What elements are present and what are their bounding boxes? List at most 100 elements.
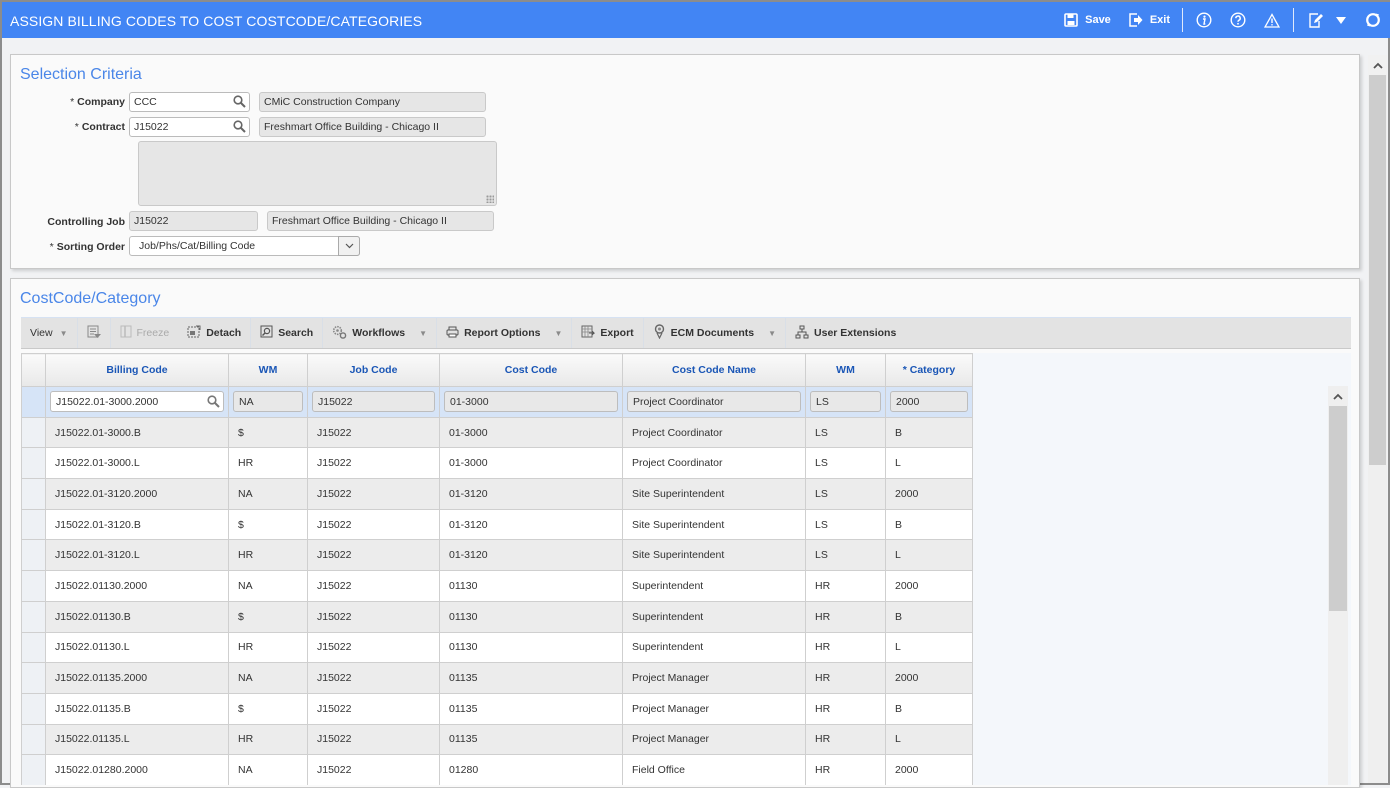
- table-row[interactable]: J15022.01-3120.L HR J15022 01-3120 Site Supe…: [21, 539, 973, 572]
- billing-code-cell[interactable]: J15022.01-3000.L: [45, 447, 229, 480]
- search-icon[interactable]: [233, 120, 246, 136]
- cost-code-cell[interactable]: 01-3120: [439, 478, 623, 510]
- row-selector[interactable]: [21, 478, 46, 510]
- search-icon[interactable]: [233, 95, 246, 111]
- column-header-category[interactable]: * Category: [885, 353, 973, 387]
- billing-code-cell[interactable]: J15022.01130.B: [45, 600, 229, 633]
- cost-wm-cell[interactable]: LS: [805, 508, 886, 541]
- cost-code-name-cell[interactable]: Field Office: [622, 754, 806, 785]
- cost-wm-cell[interactable]: HR: [805, 662, 886, 694]
- wm-cell[interactable]: NA: [228, 570, 308, 602]
- contract-input[interactable]: J15022: [129, 117, 250, 137]
- column-header-cost-code[interactable]: Cost Code: [439, 353, 623, 387]
- table-row[interactable]: J15022.01-3120.2000 NA J15022 01-3120 Site S…: [21, 478, 973, 510]
- category-cell[interactable]: L: [885, 631, 973, 664]
- job-code-cell[interactable]: J15022: [307, 570, 440, 602]
- cost-wm-cell[interactable]: LS: [805, 478, 886, 510]
- billing-code-cell[interactable]: J15022.01-3000.B: [45, 416, 229, 449]
- column-header-job-code[interactable]: Job Code: [307, 353, 440, 387]
- billing-code-input[interactable]: J15022.01-3000.2000: [50, 391, 224, 413]
- personalize-button[interactable]: [1298, 2, 1326, 38]
- job-code-cell[interactable]: J15022: [307, 723, 440, 756]
- category-cell[interactable]: B: [885, 416, 973, 449]
- cost-wm-cell[interactable]: HR: [805, 723, 886, 756]
- cost-code-name-cell[interactable]: Site Superintendent: [622, 508, 806, 541]
- wm-cell[interactable]: HR: [228, 539, 308, 572]
- cost-code-name-cell[interactable]: Site Superintendent: [622, 539, 806, 572]
- category-cell[interactable]: L: [885, 539, 973, 572]
- cost-code-cell[interactable]: 01-3000: [439, 447, 623, 480]
- billing-code-cell[interactable]: J15022.01-3120.L: [45, 539, 229, 572]
- cost-code-cell[interactable]: 01-3000: [439, 416, 623, 449]
- cost-code-cell[interactable]: 01135: [439, 692, 623, 725]
- workflows-menu[interactable]: Workflows ▼: [323, 318, 438, 348]
- job-code-cell[interactable]: J15022: [307, 508, 440, 541]
- cost-code-name-cell[interactable]: Site Superintendent: [622, 478, 806, 510]
- info-button[interactable]: [1187, 2, 1221, 38]
- row-selector[interactable]: [21, 662, 46, 694]
- dropdown-button[interactable]: [338, 236, 360, 256]
- cost-code-name-cell[interactable]: Superintendent: [622, 600, 806, 633]
- cost-wm-cell[interactable]: HR: [805, 754, 886, 785]
- billing-code-cell[interactable]: J15022.01-3000.2000: [45, 386, 229, 418]
- search-icon[interactable]: [207, 395, 220, 411]
- job-code-cell[interactable]: J15022: [307, 662, 440, 694]
- table-row[interactable]: J15022.01135.L HR J15022 01135 Project Manag…: [21, 723, 973, 756]
- table-row[interactable]: J15022.01-3000.L HR J15022 01-3000 Project C…: [21, 447, 973, 480]
- table-row[interactable]: J15022.01130.L HR J15022 01130 Superintenden…: [21, 631, 973, 664]
- billing-code-cell[interactable]: J15022.01135.2000: [45, 662, 229, 694]
- table-row[interactable]: J15022.01280.2000 NA J15022 01280 Field Offi…: [21, 754, 973, 785]
- row-selector[interactable]: [21, 600, 46, 633]
- category-cell[interactable]: 2000: [885, 478, 973, 510]
- table-row[interactable]: J15022.01-3000.B $ J15022 01-3000 Project Co…: [21, 416, 973, 449]
- row-selector[interactable]: [21, 539, 46, 572]
- wm-cell[interactable]: NA: [228, 662, 308, 694]
- report-options-menu[interactable]: Report Options ▼: [437, 318, 573, 348]
- billing-code-cell[interactable]: J15022.01-3120.2000: [45, 478, 229, 510]
- cost-code-cell[interactable]: 01130: [439, 631, 623, 664]
- column-header-cost-wm[interactable]: WM: [805, 353, 886, 387]
- column-header-cost-code-name[interactable]: Cost Code Name: [622, 353, 806, 387]
- row-selector[interactable]: [21, 386, 46, 418]
- wm-cell[interactable]: HR: [228, 631, 308, 664]
- sorting-order-select[interactable]: Job/Phs/Cat/Billing Code: [129, 236, 360, 256]
- billing-code-cell[interactable]: J15022.01135.B: [45, 692, 229, 725]
- row-selector[interactable]: [21, 754, 46, 785]
- personalize-dropdown[interactable]: [1326, 2, 1356, 38]
- wm-cell[interactable]: $: [228, 692, 308, 725]
- cost-code-cell[interactable]: 01-3120: [439, 508, 623, 541]
- wm-cell[interactable]: NA: [228, 754, 308, 785]
- cost-code-name-cell[interactable]: Project Manager: [622, 723, 806, 756]
- resize-handle-icon[interactable]: [486, 195, 494, 203]
- cost-code-name-cell[interactable]: Superintendent: [622, 631, 806, 664]
- category-cell[interactable]: 2000: [885, 662, 973, 694]
- job-code-cell[interactable]: J15022: [307, 447, 440, 480]
- job-code-cell[interactable]: J15022: [307, 478, 440, 510]
- table-row[interactable]: J15022.01130.2000 NA J15022 01130 Superinten…: [21, 570, 973, 602]
- wm-cell[interactable]: HR: [228, 447, 308, 480]
- row-selector[interactable]: [21, 631, 46, 664]
- grid-scrollbar[interactable]: [1328, 386, 1348, 785]
- cost-code-name-cell[interactable]: Superintendent: [622, 570, 806, 602]
- table-row[interactable]: J15022.01-3120.B $ J15022 01-3120 Site Super…: [21, 508, 973, 541]
- cost-code-cell[interactable]: 01130: [439, 600, 623, 633]
- company-input[interactable]: CCC: [129, 92, 250, 112]
- billing-code-cell[interactable]: J15022.01-3120.B: [45, 508, 229, 541]
- warnings-button[interactable]: [1255, 2, 1289, 38]
- cost-wm-cell[interactable]: HR: [805, 692, 886, 725]
- wm-cell[interactable]: $: [228, 600, 308, 633]
- selected-table-row[interactable]: J15022.01-3000.2000 NA J15022 01-3000 Pr…: [21, 386, 973, 418]
- table-row[interactable]: J15022.01130.B $ J15022 01130 Superintendent…: [21, 600, 973, 633]
- cost-code-name-cell[interactable]: Project Coordinator: [622, 416, 806, 449]
- billing-code-cell[interactable]: J15022.01280.2000: [45, 754, 229, 785]
- wm-cell[interactable]: HR: [228, 723, 308, 756]
- cost-wm-cell[interactable]: LS: [805, 416, 886, 449]
- column-header-billing-code[interactable]: Billing Code: [45, 353, 229, 387]
- refresh-button[interactable]: [1356, 2, 1390, 38]
- cost-code-cell[interactable]: 01135: [439, 662, 623, 694]
- contract-notes-textarea[interactable]: [138, 141, 497, 206]
- query-by-example-button[interactable]: [78, 318, 111, 348]
- category-cell[interactable]: B: [885, 508, 973, 541]
- billing-code-cell[interactable]: J15022.01135.L: [45, 723, 229, 756]
- cost-code-cell[interactable]: 01130: [439, 570, 623, 602]
